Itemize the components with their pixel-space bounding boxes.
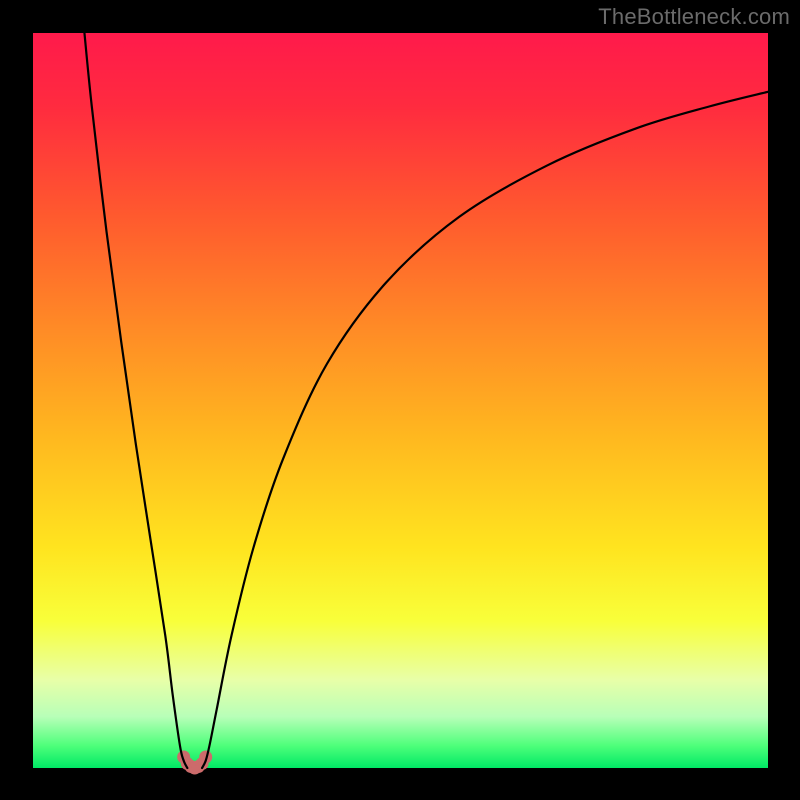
plot-background — [33, 33, 768, 768]
watermark-text: TheBottleneck.com — [598, 4, 790, 30]
bottleneck-chart-svg — [0, 0, 800, 800]
chart-frame: TheBottleneck.com — [0, 0, 800, 800]
